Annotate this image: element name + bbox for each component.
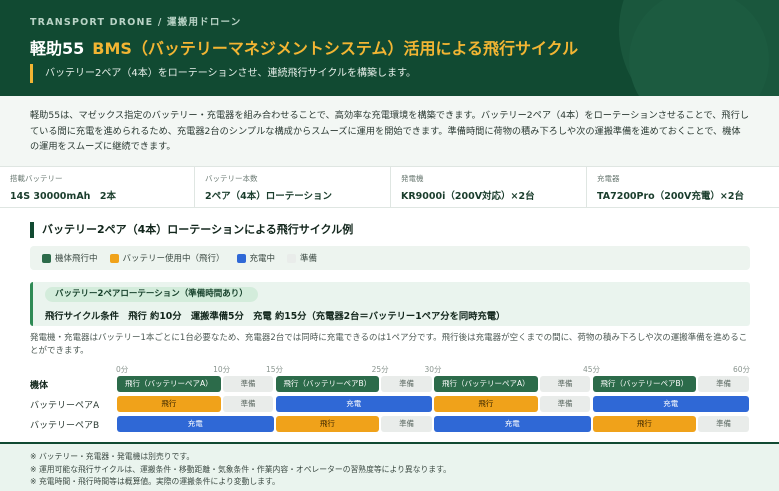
model-name: 軽助55 bbox=[30, 39, 85, 58]
spec-value: 2ペア（4本）ローテーション bbox=[205, 191, 333, 202]
timeline-segment-aircraft-fly: 飛行（バッテリーペアA） bbox=[434, 376, 538, 392]
timeline-segment-pair-b-use: 飛行 bbox=[592, 416, 697, 432]
legend-swatch bbox=[42, 253, 51, 263]
timeline-segment-aircraft-fly: 飛行（バッテリーペアB） bbox=[275, 376, 380, 392]
section-title: バッテリー2ペア（4本）ローテーションによる飛行サイクル例 bbox=[30, 222, 353, 238]
legend-label: 準備 bbox=[300, 254, 318, 264]
row-label-aircraft: 機体 bbox=[30, 381, 49, 391]
rotation-tag: バッテリー2ペアローテーション（準備時間あり） bbox=[45, 287, 258, 302]
spec-label: バッテリー本数 bbox=[205, 174, 258, 183]
time-tick-label: 60分 bbox=[732, 365, 750, 374]
timeline-segment-pair-a-chg: 充電 bbox=[275, 396, 432, 412]
time-tick-label: 25分 bbox=[371, 365, 389, 374]
footnotes: ※ バッテリー・充電器・発電機は別売りです。 ※ 運用可能な飛行サイクルは、運搬… bbox=[0, 444, 779, 491]
legend-item-charging: 充電中 bbox=[236, 252, 276, 264]
legend-item-battery-use: バッテリー使用中（飛行） bbox=[109, 252, 225, 264]
row-label-pair-a: バッテリーペアA bbox=[30, 401, 100, 411]
timeline-segment-aircraft-prep: 準備 bbox=[539, 376, 591, 392]
cycle-condition-text: 飛行サイクル条件 飛行 約10分 運搬準備5分 充電 約15分（充電器2台＝バッ… bbox=[45, 311, 506, 322]
time-scale: 0分 10分 15分 25分 30分 45分 60分 bbox=[116, 364, 750, 374]
timeline-segment-pair-a-prep: 準備 bbox=[539, 396, 591, 412]
footnote: ※ バッテリー・充電器・発電機は別売りです。 bbox=[30, 452, 195, 461]
intro-paragraph: 軽助55は、マゼックス指定のバッテリー・充電器を組み合わせることで、高効率な充電… bbox=[0, 96, 779, 166]
charger-note: 発電機・充電器はバッテリー1本ごとに1台必要なため、充電器2台では同時に充電でき… bbox=[30, 333, 748, 356]
time-tick-label: 15分 bbox=[265, 365, 284, 374]
timeline-segment-pair-b-chg: 充電 bbox=[117, 416, 274, 432]
timeline-segment-pair-b-use: 飛行 bbox=[275, 416, 380, 432]
timeline-segment-aircraft-fly: 飛行（バッテリーペアB） bbox=[592, 376, 697, 392]
footnote: ※ 充電時間・飛行時間等は概算値。実際の運搬条件により変動します。 bbox=[30, 477, 280, 486]
spec-label: 充電器 bbox=[597, 174, 620, 183]
time-tick-label: 30分 bbox=[424, 365, 442, 374]
spec-value: KR9000i（200V対応）×2台 bbox=[401, 191, 535, 202]
timeline-segment-pair-a-chg: 充電 bbox=[592, 396, 749, 412]
timeline-segment-aircraft-fly: 飛行（バッテリーペアA） bbox=[117, 376, 221, 392]
legend-label: 機体飛行中 bbox=[55, 254, 98, 264]
title-highlight: BMS（バッテリーマネジメントシステム）活用による飛行サイクル bbox=[92, 39, 579, 58]
spec-strip: 搭載バッテリー 14S 30000mAh 2本 バッテリー本数 2ペア（4本）ロ… bbox=[0, 166, 779, 208]
decorative-circle bbox=[629, 0, 769, 96]
timeline-segment-aircraft-prep: 準備 bbox=[222, 376, 274, 392]
cycle-condition-box: バッテリー2ペアローテーション（準備時間あり） 飛行サイクル条件 飛行 約10分… bbox=[30, 282, 750, 326]
time-tick-label: 10分 bbox=[213, 365, 231, 374]
timeline-legend: 機体飛行中 バッテリー使用中（飛行） 充電中 準備 bbox=[30, 246, 750, 270]
timeline-segment-pair-b-prep: 準備 bbox=[698, 416, 749, 432]
legend-label: バッテリー使用中（飛行） bbox=[122, 254, 225, 264]
row-label-pair-b: バッテリーペアB bbox=[30, 421, 100, 431]
legend-label: 充電中 bbox=[249, 254, 276, 264]
spec-label: 発電機 bbox=[401, 174, 424, 183]
timeline-segment-pair-a-use: 飛行 bbox=[434, 396, 538, 412]
timeline-segment-pair-b-prep: 準備 bbox=[381, 416, 432, 432]
spec-battery: 搭載バッテリー 14S 30000mAh 2本 bbox=[0, 167, 195, 207]
spec-charger: 充電器 TA7200Pro（200V充電）×2台 bbox=[587, 167, 779, 207]
spec-value: 14S 30000mAh 2本 bbox=[10, 191, 117, 202]
hero-header: TRANSPORT DRONE / 運搬用ドローン 軽助55 BMS（バッテリーマ… bbox=[0, 0, 779, 96]
timeline-segment-aircraft-prep: 準備 bbox=[381, 376, 432, 392]
spec-label: 搭載バッテリー bbox=[10, 174, 63, 183]
legend-swatch bbox=[109, 253, 119, 263]
timeline-segment-pair-a-use: 飛行 bbox=[117, 396, 221, 412]
category-eyebrow: TRANSPORT DRONE / 運搬用ドローン bbox=[30, 17, 242, 28]
time-tick-label: 0分 bbox=[116, 365, 129, 374]
legend-swatch bbox=[236, 253, 246, 263]
timeline-segment-pair-a-prep: 準備 bbox=[222, 396, 274, 412]
time-tick-label: 45分 bbox=[582, 365, 601, 374]
timeline-segment-pair-b-chg: 充電 bbox=[434, 416, 591, 432]
page-title: 軽助55 BMS（バッテリーマネジメントシステム）活用による飛行サイクル bbox=[30, 35, 578, 59]
page-subtitle: バッテリー2ペア（4本）をローテーションさせ、連続飛行サイクルを構築します。 bbox=[30, 64, 416, 83]
spec-generator: 発電機 KR9000i（200V対応）×2台 bbox=[391, 167, 587, 207]
footnote: ※ 運用可能な飛行サイクルは、運搬条件・移動距離・気象条件・作業内容・オペレータ… bbox=[30, 464, 451, 474]
spec-battery-count: バッテリー本数 2ペア（4本）ローテーション bbox=[195, 167, 391, 207]
legend-item-prep: 準備 bbox=[287, 252, 317, 264]
spec-value: TA7200Pro（200V充電）×2台 bbox=[597, 191, 744, 202]
legend-swatch bbox=[287, 253, 297, 263]
timeline-segment-aircraft-prep: 準備 bbox=[698, 376, 749, 392]
legend-item-flying: 機体飛行中 bbox=[42, 252, 98, 264]
